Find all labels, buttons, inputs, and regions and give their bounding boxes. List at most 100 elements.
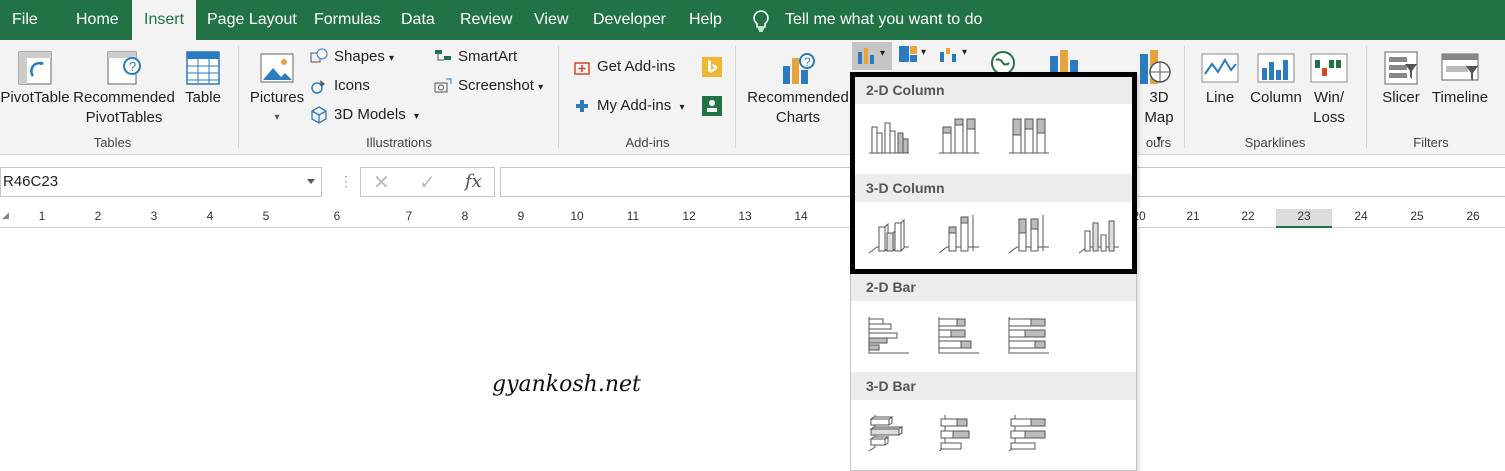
get-addins-label: Get Add-ins	[597, 58, 676, 75]
chevron-down-icon[interactable]	[307, 179, 315, 184]
100-stacked-bar-icon[interactable]	[1007, 315, 1051, 355]
ruler-number[interactable]: 1	[27, 209, 57, 223]
table-button[interactable]: Table	[178, 48, 228, 108]
cancel-icon[interactable]: ✕	[373, 170, 390, 195]
ruler-number[interactable]: 6	[322, 209, 352, 223]
section-3d-bar: 3-D Bar	[851, 372, 1136, 400]
recommended-charts-label-2: Charts	[775, 109, 821, 126]
drag-handle-icon[interactable]: ⋮	[339, 173, 353, 189]
shapes-icon	[310, 48, 328, 63]
column-chart-icon	[858, 48, 874, 64]
pivottable-button[interactable]: PivotTable	[0, 48, 70, 108]
3d-stacked-bar-icon[interactable]	[937, 413, 981, 453]
picture-icon	[260, 53, 294, 83]
tab-file[interactable]: File	[0, 0, 50, 40]
ruler-number[interactable]: 13	[730, 209, 760, 223]
ruler-number-selected[interactable]: 23	[1276, 209, 1332, 228]
3d-100-stacked-bar-icon[interactable]	[1007, 413, 1051, 453]
tab-home[interactable]: Home	[64, 0, 131, 40]
chevron-down-icon: ▾	[389, 53, 395, 64]
my-addins-button[interactable]: My Add-ins ▾	[573, 95, 685, 117]
name-box[interactable]: R46C23	[0, 167, 322, 197]
insert-function-button[interactable]: fx	[465, 171, 482, 192]
pictures-button[interactable]: Pictures ▾	[248, 48, 306, 128]
ruler-number[interactable]: 4	[195, 209, 225, 223]
bing-icon[interactable]	[702, 57, 722, 77]
ruler-number[interactable]: 8	[450, 209, 480, 223]
highlight-frame	[850, 72, 1137, 274]
ruler-number[interactable]: 10	[562, 209, 592, 223]
ruler-number[interactable]: 2	[83, 209, 113, 223]
chevron-down-icon: ▾	[274, 112, 280, 123]
stacked-bar-icon[interactable]	[937, 315, 981, 355]
ruler-number[interactable]: 11	[618, 209, 648, 223]
tab-insert[interactable]: Insert	[132, 0, 197, 40]
people-graph-icon[interactable]	[702, 96, 722, 116]
column-chart-button[interactable]: ▾	[852, 42, 892, 70]
3d-models-button[interactable]: 3D Models ▾	[310, 104, 419, 126]
ruler-number[interactable]: 22	[1233, 209, 1263, 223]
tab-help[interactable]: Help	[677, 0, 734, 40]
clustered-bar-icon[interactable]	[867, 315, 911, 355]
tables-group-label: Tables	[93, 135, 132, 150]
recommended-charts-button[interactable]: ? Recommended Charts	[745, 48, 851, 128]
sparkline-winloss-button[interactable]: Win/ Loss	[1306, 48, 1352, 128]
shapes-button[interactable]: Shapes ▾	[310, 46, 394, 68]
tell-me-search[interactable]: Tell me what you want to do	[752, 0, 982, 40]
sparkline-line-button[interactable]: Line	[1196, 48, 1244, 108]
addins-group-label: Add-ins	[625, 135, 670, 150]
tab-data[interactable]: Data	[389, 0, 447, 40]
sparklines-group-label: Sparklines	[1244, 135, 1306, 150]
ruler-number[interactable]: 9	[506, 209, 536, 223]
ruler-number[interactable]: 3	[139, 209, 169, 223]
hierarchy-chart-button[interactable]: ▾	[897, 44, 933, 68]
tab-view[interactable]: View	[522, 0, 580, 40]
icons-button[interactable]: Icons	[310, 75, 370, 97]
illustrations-group-label: Illustrations	[366, 135, 432, 150]
tab-developer[interactable]: Developer	[581, 0, 678, 40]
waterfall-chart-button[interactable]: ▾	[938, 44, 974, 68]
slicer-icon	[1384, 51, 1418, 85]
tab-page-layout[interactable]: Page Layout	[195, 0, 309, 40]
column-label: Column	[1250, 89, 1302, 106]
get-addins-button[interactable]: Get Add-ins	[573, 56, 675, 78]
chevron-down-icon: ▾	[538, 82, 544, 93]
recommended-pivottables-button[interactable]: ? Recommended PivotTables	[72, 48, 176, 128]
addins-icon	[576, 100, 588, 113]
ruler-number[interactable]: 7	[394, 209, 424, 223]
column-sparkline-icon	[1257, 53, 1295, 83]
smartart-button[interactable]: SmartArt	[434, 46, 517, 68]
tab-review[interactable]: Review	[448, 0, 524, 40]
ruler-number[interactable]: 24	[1346, 209, 1376, 223]
ruler-number[interactable]: 25	[1402, 209, 1432, 223]
ruler-number[interactable]: 26	[1458, 209, 1488, 223]
sparkline-column-button[interactable]: Column	[1248, 48, 1304, 108]
ruler-number[interactable]: 5	[251, 209, 281, 223]
screenshot-button[interactable]: Screenshot ▾	[434, 75, 543, 97]
ruler-number[interactable]: 14	[786, 209, 816, 223]
3d-map-label-2-text: Map	[1144, 109, 1174, 126]
pivotchart-icon[interactable]	[1046, 48, 1086, 72]
timeline-button[interactable]: Timeline	[1428, 48, 1492, 108]
lightbulb-icon	[753, 10, 769, 32]
slicer-button[interactable]: Slicer	[1378, 48, 1424, 108]
screenshot-label: Screenshot	[458, 77, 534, 94]
svg-text:?: ?	[804, 55, 811, 69]
chevron-down-icon: ▾	[962, 47, 968, 58]
pivottable-label: PivotTable	[0, 89, 70, 106]
ruler-number[interactable]: 12	[674, 209, 704, 223]
line-label: Line	[1205, 89, 1235, 106]
enter-icon[interactable]: ✓	[419, 170, 436, 195]
hierarchy-chart-icon	[899, 46, 917, 62]
3d-clustered-bar-icon[interactable]	[867, 413, 911, 453]
group-separator	[1366, 46, 1367, 148]
tab-formulas[interactable]: Formulas	[302, 0, 393, 40]
ruler-number[interactable]: 21	[1178, 209, 1208, 223]
line-sparkline-icon	[1201, 53, 1239, 83]
winloss-sparkline-icon	[1310, 53, 1348, 83]
3d-map-label-1: 3D	[1149, 89, 1169, 106]
shapes-label: Shapes	[334, 48, 385, 65]
filters-group-label: Filters	[1413, 135, 1449, 150]
group-separator	[238, 46, 239, 148]
group-separator	[558, 46, 559, 148]
